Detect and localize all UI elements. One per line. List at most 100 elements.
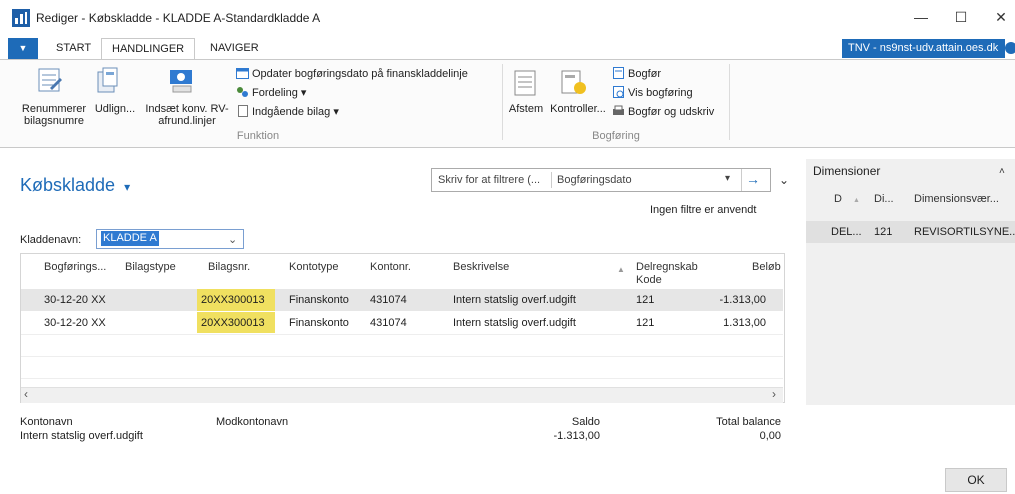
tab-naviger[interactable]: NAVIGER [200,38,269,59]
renumber-button[interactable]: Renummerer bilagsnumre [18,103,90,127]
dim-cell-code[interactable]: DEL... [831,226,862,238]
row-divider [21,334,783,335]
reconcile-button[interactable]: Afstem [505,103,547,115]
kladdenavn-label: Kladdenavn: [20,234,82,246]
reconcile-icon [514,70,538,99]
window-title: Rediger - Købskladde - KLADDE A-Standard… [36,11,321,25]
saldo-value: -1.313,00 [553,430,600,442]
minimize-button[interactable]: — [906,6,936,28]
post-button[interactable]: Bogfør [612,66,661,82]
incoming-document-label: Indgående bilag ▾ [252,106,339,118]
dimensions-title: Dimensioner [813,164,881,178]
collapse-chevron-icon[interactable]: ˄ [999,166,1005,177]
column-header-posting-date[interactable]: Bogførings... [44,261,106,273]
cell-department-code[interactable]: 121 [636,294,654,306]
update-posting-date-label: Opdater bogføringsdato på finanskladdeli… [252,68,468,80]
sort-ascending-icon: ▲ [853,197,860,204]
apply-entries-button[interactable]: Udlign... [92,103,138,115]
post-print-icon [612,105,625,117]
column-header-amount[interactable]: Beløb [752,261,781,273]
filter-go-icon[interactable]: → [746,171,760,187]
tab-handlinger[interactable]: HANDLINGER [101,38,196,60]
filter-divider [741,169,742,191]
server-badge: TNV - ns9nst-udv.attain.oes.dk [842,39,1005,58]
filter-field-select[interactable]: Bogføringsdato [557,174,632,186]
post-label: Bogfør [628,68,662,80]
renumber-icon [36,66,64,97]
row-divider [21,378,783,379]
preview-posting-label: Vis bogføring [628,87,693,99]
no-filter-text: Ingen filtre er anvendt [650,204,757,216]
cell-amount[interactable]: 1.313,00 [700,317,766,329]
insert-rounding-icon [168,66,196,97]
cell-account-no[interactable]: 431074 [370,317,407,329]
preview-posting-icon [612,86,625,98]
page-title[interactable]: Købskladde ▾ [20,175,130,196]
ribbon-group-separator [502,64,503,140]
cell-posting-date[interactable]: 30-12-20 XX [44,294,106,306]
ok-button[interactable]: OK [945,468,1007,492]
check-button[interactable]: Kontroller... [548,103,608,115]
ribbon-menu-button[interactable]: ▼ [8,38,38,59]
total-balance-label: Total balance [716,416,781,428]
filter-divider [551,172,552,188]
preview-posting-button[interactable]: Vis bogføring [612,85,693,101]
close-button[interactable]: ✕ [986,6,1015,28]
post-print-label: Bogfør og udskriv [628,106,715,118]
sort-ascending-icon: ▲ [617,265,625,274]
column-header-document-no[interactable]: Bilagsnr. [208,261,250,273]
dim-cell-value-code[interactable]: 121 [874,226,892,238]
cell-posting-date[interactable]: 30-12-20 XX [44,317,106,329]
column-header-document-type[interactable]: Bilagstype [125,261,176,273]
incoming-document-icon [236,105,249,117]
kladdenavn-value: KLADDE A [101,231,159,246]
cell-account-no[interactable]: 431074 [370,294,407,306]
help-icon[interactable] [1005,42,1015,54]
column-header-account-no[interactable]: Kontonr. [370,261,411,273]
modkontonavn-label: Modkontonavn [216,416,289,428]
maximize-button[interactable]: ☐ [946,6,976,28]
post-icon [612,67,625,79]
column-header-department-code[interactable]: Delregnskab Kode [636,261,706,287]
dim-column-header-value-name[interactable]: Dimensionsvær... [914,193,999,205]
app-logo-icon [12,9,30,27]
dim-column-header-code[interactable]: D [834,193,842,205]
cell-document-no[interactable]: 20XX300013 [201,317,265,329]
cell-account-type[interactable]: Finanskonto [289,317,349,329]
update-posting-date-button[interactable]: Opdater bogføringsdato på finanskladdeli… [236,66,468,82]
cell-document-no[interactable]: 20XX300013 [201,294,265,306]
dim-cell-value-name[interactable]: REVISORTILSYNE... [914,226,1015,238]
filter-input[interactable]: Skriv for at filtrere (... [438,174,540,186]
cell-description[interactable]: Intern statslig overf.udgift [453,317,576,329]
horizontal-scrollbar[interactable] [21,387,783,403]
group-label-bogforing: Bogføring [592,130,640,142]
page-title-text: Købskladde [20,175,116,195]
cell-description[interactable]: Intern statslig overf.udgift [453,294,576,306]
update-date-icon [236,67,249,79]
filter-field-dropdown-icon[interactable]: ▾ [725,173,730,184]
cell-amount[interactable]: -1.313,00 [700,294,766,306]
ribbon-group-separator [729,64,730,140]
cell-account-type[interactable]: Finanskonto [289,294,349,306]
group-label-funktion: Funktion [236,130,280,142]
scroll-right-icon[interactable]: › [772,387,776,401]
chevron-down-icon: ▾ [124,180,131,194]
total-balance-value: 0,00 [759,430,781,442]
allocation-label: Fordeling ▾ [252,87,307,99]
allocation-button[interactable]: Fordeling ▾ [236,85,306,101]
scroll-left-icon[interactable]: ‹ [24,387,28,401]
chevron-down-icon[interactable]: ⌄ [228,233,237,246]
column-header-description[interactable]: Beskrivelse [453,261,509,273]
cell-department-code[interactable]: 121 [636,317,654,329]
allocation-icon [236,86,249,98]
post-print-button[interactable]: Bogfør og udskriv [612,104,714,120]
saldo-label: Saldo [571,416,600,428]
incoming-document-button[interactable]: Indgående bilag ▾ [236,104,339,120]
expand-filter-chevron-icon[interactable]: ⌄ [779,173,789,187]
column-header-account-type[interactable]: Kontotype [289,261,339,273]
tab-start[interactable]: START [46,38,101,59]
dim-column-header-value-code[interactable]: Di... [874,193,894,205]
kontonavn-value: Intern statslig overf.udgift [20,430,143,442]
row-divider [21,356,783,357]
insert-rounding-button[interactable]: Indsæt konv. RV-afrund.linjer [140,103,234,127]
